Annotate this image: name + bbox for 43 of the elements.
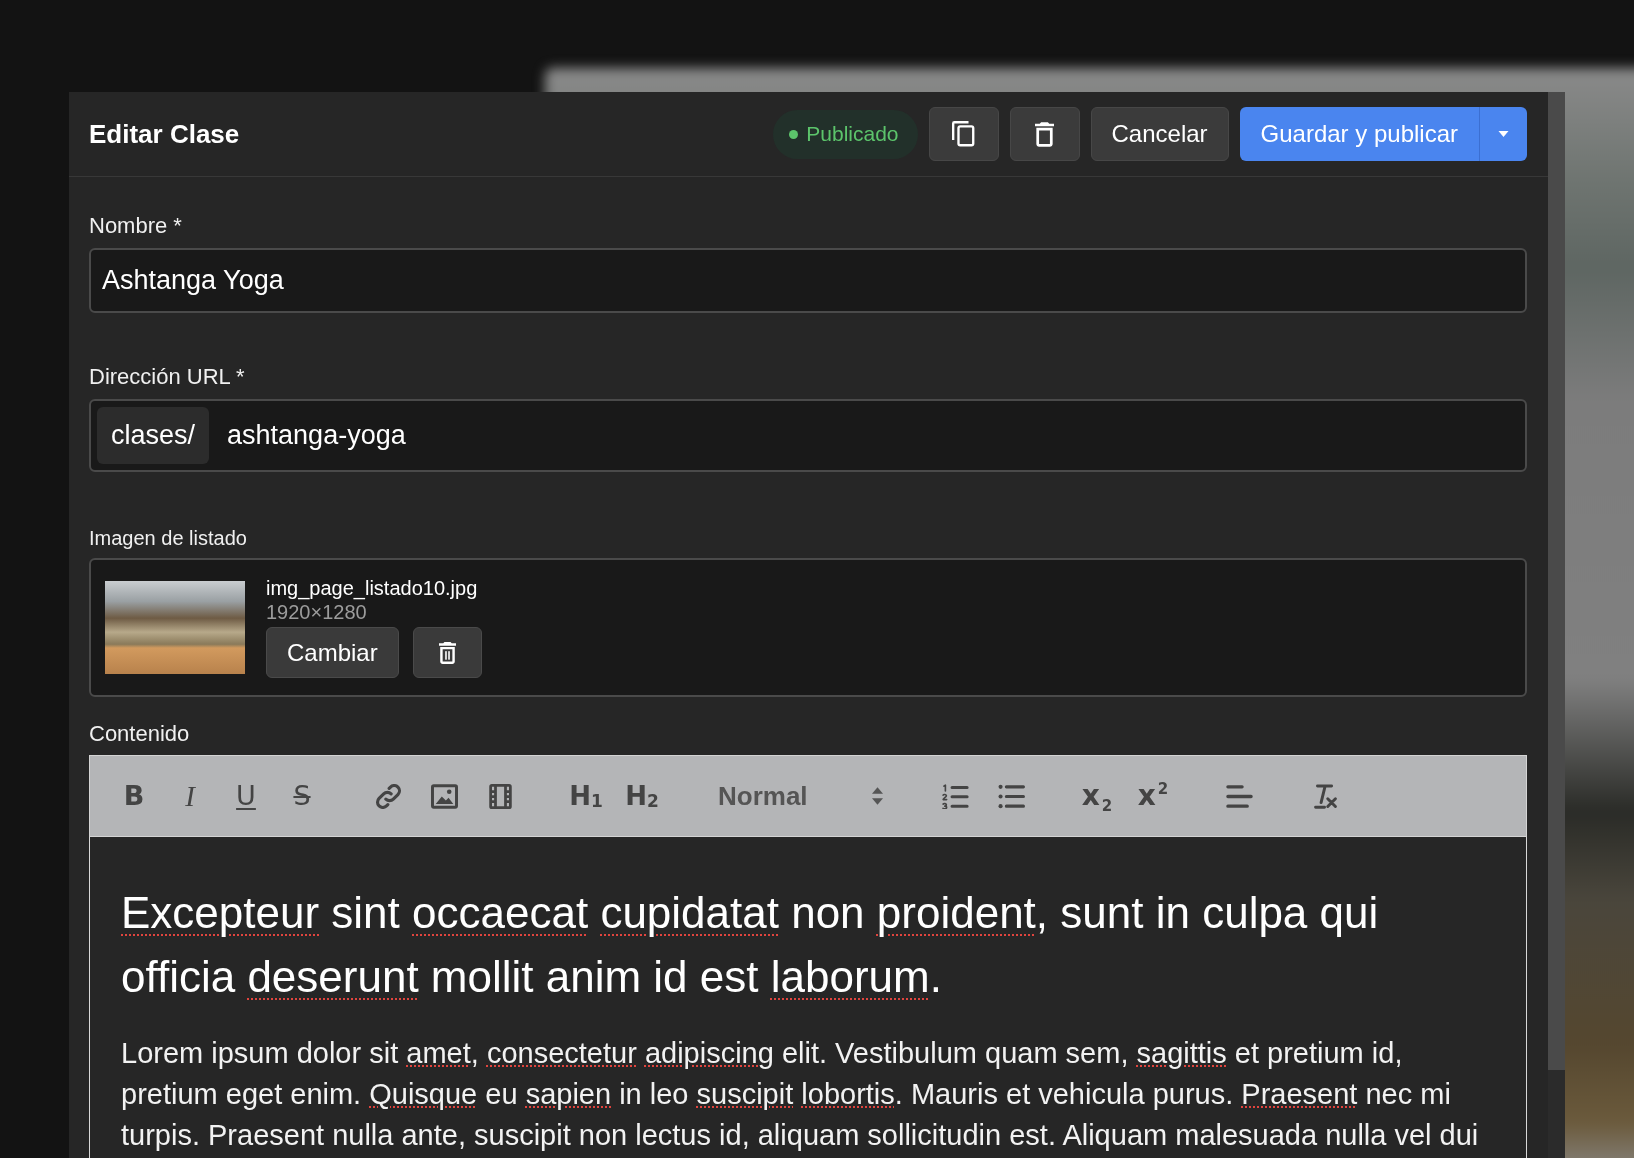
url-field[interactable]: clases/ ashtanga-yoga bbox=[89, 399, 1527, 472]
slug-input[interactable]: ashtanga-yoga bbox=[209, 411, 1519, 460]
field-label: Nombre * bbox=[89, 213, 183, 239]
film-strip-icon bbox=[486, 783, 514, 809]
bullet-list-icon bbox=[997, 783, 1025, 809]
dialog-title: Editar Clase bbox=[89, 118, 240, 150]
editor-paragraph: Lorem ipsum dolor sit amet, consectetur adipiscing elit. Vestibulum quam sem, sagittis et pretium id, pretium eget enim. Quisque eu sapien in leo suscipit lobortis. Mauris et vehicula purus. Praesent nec mi turpis. Praesent nulla ante, suscipit non lectus id, aliquam sollicitudin est. Aliquam malesuada nulla vel dui bbox=[121, 1036, 1480, 1153]
field-label: Contenido bbox=[89, 721, 191, 747]
align-left-icon bbox=[1225, 783, 1253, 809]
numbered-list-icon bbox=[941, 783, 969, 809]
underline-button[interactable]: U bbox=[224, 774, 268, 818]
clear-format-icon bbox=[1311, 783, 1339, 809]
format-select[interactable]: Normal bbox=[706, 774, 891, 818]
caret-icon bbox=[1498, 131, 1509, 137]
field-label: Dirección URL * bbox=[89, 364, 246, 390]
field-label: Imagen de listado bbox=[89, 526, 248, 550]
change-image-button[interactable]: Cambiar bbox=[266, 627, 399, 678]
cancel-button[interactable]: Cancelar bbox=[1090, 107, 1229, 161]
link-icon bbox=[374, 783, 402, 809]
trash-icon bbox=[438, 641, 456, 664]
image-dimensions: 1920×1280 bbox=[266, 600, 367, 624]
strikethrough-button[interactable]: S bbox=[280, 774, 324, 818]
editor-content-area[interactable] bbox=[89, 837, 1527, 1158]
name-input[interactable]: Ashtanga Yoga bbox=[89, 248, 1527, 313]
delete-button[interactable] bbox=[1009, 107, 1080, 161]
trash-icon bbox=[1035, 121, 1054, 147]
heading-button[interactable]: H$_{2}$ bbox=[620, 774, 664, 818]
remove-image-button[interactable] bbox=[412, 627, 482, 678]
select-arrows-icon bbox=[872, 787, 883, 805]
status-dot-icon bbox=[789, 129, 799, 139]
editor-heading: Excepteur sint occaecat cupidatat non proident, sunt in culpa qui officia deserunt mollit anim id est laborum. bbox=[121, 887, 1380, 1003]
subscript-button[interactable]: x$_{2}$ bbox=[1075, 774, 1119, 818]
duplicate-button[interactable] bbox=[928, 107, 999, 161]
status-badge: Publicado bbox=[773, 109, 918, 159]
file-name: img_page_listado10.jpg bbox=[266, 576, 478, 600]
superscript-button[interactable]: x$^{2}$ bbox=[1131, 774, 1175, 818]
bold-button[interactable]: B bbox=[112, 774, 156, 818]
image-icon bbox=[430, 783, 458, 809]
copy-icon bbox=[952, 121, 975, 147]
url-prefix: clases/ bbox=[97, 407, 210, 464]
italic-button[interactable]: I bbox=[168, 774, 212, 818]
heading-button[interactable]: H$_{1}$ bbox=[564, 774, 608, 818]
save-publish-button[interactable]: Guardar y publicar bbox=[1239, 107, 1479, 161]
